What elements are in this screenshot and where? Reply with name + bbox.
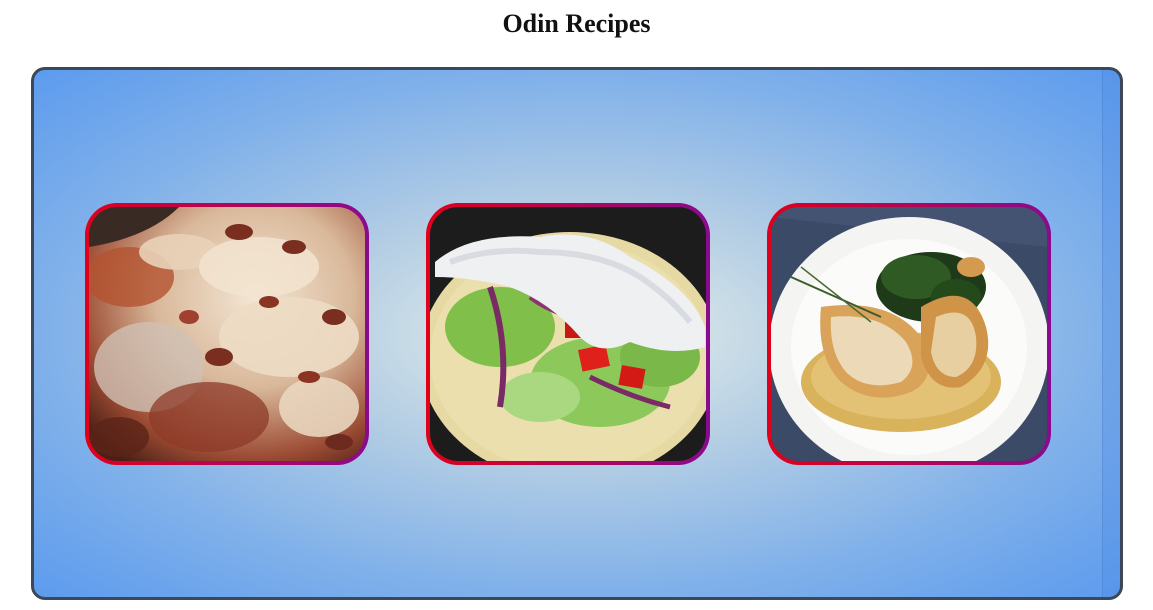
gyro-photo: [430, 207, 706, 461]
lasagna-photo: [89, 207, 365, 461]
recipe-card-roast-chicken[interactable]: [767, 203, 1051, 465]
gallery-scrollbar[interactable]: [1102, 70, 1120, 597]
gyro-image[interactable]: [430, 207, 706, 461]
roast-chicken-photo: [771, 207, 1047, 461]
page-title: Odin Recipes: [502, 9, 651, 38]
recipe-card-lasagna[interactable]: [85, 203, 369, 465]
lasagna-image[interactable]: [89, 207, 365, 461]
recipe-card-gyro[interactable]: [426, 203, 710, 465]
recipe-gallery: [31, 67, 1123, 600]
roast-chicken-image[interactable]: [771, 207, 1047, 461]
